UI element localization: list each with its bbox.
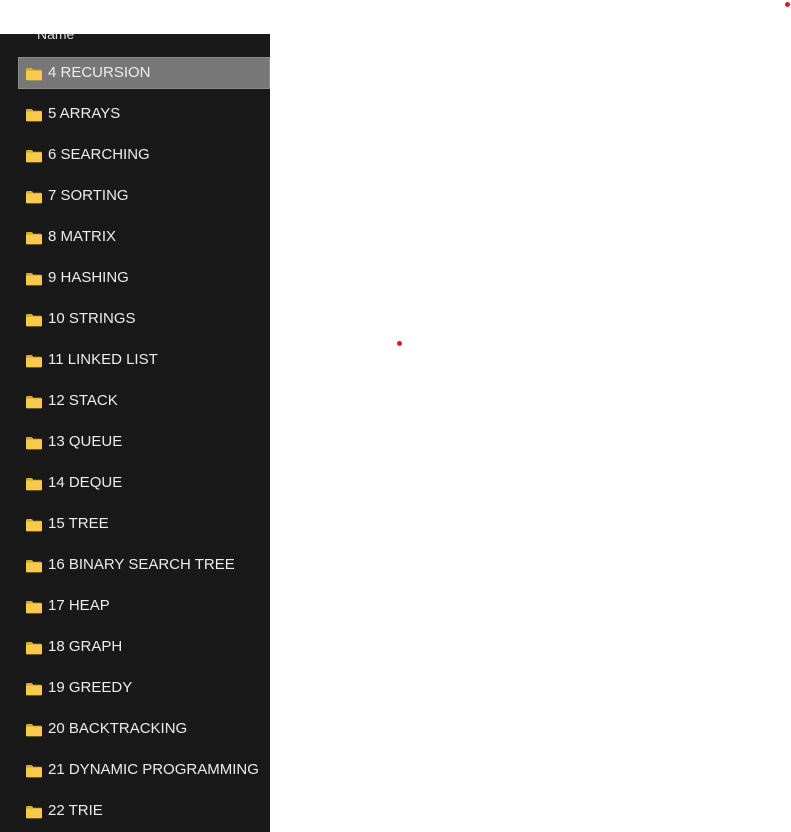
folder-row-trie[interactable]: 22 TRIE: [18, 795, 270, 827]
folder-icon: [25, 477, 43, 491]
folder-label: 13 QUEUE: [48, 433, 123, 450]
folder-row-recursion[interactable]: 4 RECURSION: [18, 57, 270, 89]
folder-icon: [25, 682, 43, 696]
cursor-marker: [397, 341, 402, 346]
folder-row-graph[interactable]: 18 GRAPH: [18, 631, 270, 663]
folder-row-hashing[interactable]: 9 HASHING: [18, 262, 270, 294]
folder-label: 18 GRAPH: [48, 638, 123, 655]
folder-row-searching[interactable]: 6 SEARCHING: [18, 139, 270, 171]
folder-label: 9 HASHING: [48, 269, 129, 286]
folder-label: 22 TRIE: [48, 802, 103, 819]
folder-label: 7 SORTING: [48, 187, 129, 204]
folder-label: 6 SEARCHING: [48, 146, 150, 163]
folder-label: 15 TREE: [48, 515, 109, 532]
folder-label: 14 DEQUE: [48, 474, 123, 491]
folder-icon: [25, 723, 43, 737]
folder-icon: [25, 805, 43, 819]
folder-icon: [25, 600, 43, 614]
folder-icon: [25, 272, 43, 286]
folder-label: 20 BACKTRACKING: [48, 720, 188, 737]
folder-row-strings[interactable]: 10 STRINGS: [18, 303, 270, 335]
folder-row-backtracking[interactable]: 20 BACKTRACKING: [18, 713, 270, 745]
folder-icon: [25, 518, 43, 532]
folder-icon: [25, 149, 43, 163]
folder-label: 11 LINKED LIST: [48, 351, 158, 368]
folder-row-arrays[interactable]: 5 ARRAYS: [18, 98, 270, 130]
folder-icon: [25, 354, 43, 368]
folder-icon: [25, 108, 43, 122]
file-explorer-panel: Name 4 RECURSION 5 ARRAYS 6 SEARCHING 7 …: [0, 34, 270, 832]
folder-label: 17 HEAP: [48, 597, 110, 614]
folder-icon: [25, 559, 43, 573]
folder-label: 10 STRINGS: [48, 310, 136, 327]
folder-row-binary-search-tree[interactable]: 16 BINARY SEARCH TREE: [18, 549, 270, 581]
folder-label: 19 GREEDY: [48, 679, 133, 696]
folder-row-queue[interactable]: 13 QUEUE: [18, 426, 270, 458]
folder-icon: [25, 436, 43, 450]
cursor-marker: [785, 2, 790, 7]
folder-row-heap[interactable]: 17 HEAP: [18, 590, 270, 622]
folder-label: 4 RECURSION: [48, 64, 151, 81]
folder-row-linked-list[interactable]: 11 LINKED LIST: [18, 344, 270, 376]
folder-label: 16 BINARY SEARCH TREE: [48, 556, 235, 573]
folder-icon: [25, 67, 43, 81]
folder-label: 5 ARRAYS: [48, 105, 121, 122]
folder-label: 21 DYNAMIC PROGRAMMING: [48, 761, 259, 778]
folder-icon: [25, 190, 43, 204]
folder-label: 8 MATRIX: [48, 228, 117, 245]
folder-row-stack[interactable]: 12 STACK: [18, 385, 270, 417]
name-column-header[interactable]: Name: [37, 34, 74, 44]
folder-row-deque[interactable]: 14 DEQUE: [18, 467, 270, 499]
folder-icon: [25, 764, 43, 778]
folder-row-sorting[interactable]: 7 SORTING: [18, 180, 270, 212]
folder-row-dynamic-programming[interactable]: 21 DYNAMIC PROGRAMMING: [18, 754, 270, 786]
folder-icon: [25, 395, 43, 409]
folder-icon: [25, 313, 43, 327]
folder-icon: [25, 641, 43, 655]
folder-row-tree[interactable]: 15 TREE: [18, 508, 270, 540]
folder-icon: [25, 231, 43, 245]
folder-label: 12 STACK: [48, 392, 118, 409]
screen: Name 4 RECURSION 5 ARRAYS 6 SEARCHING 7 …: [0, 0, 791, 832]
folder-row-matrix[interactable]: 8 MATRIX: [18, 221, 270, 253]
folder-row-greedy[interactable]: 19 GREEDY: [18, 672, 270, 704]
